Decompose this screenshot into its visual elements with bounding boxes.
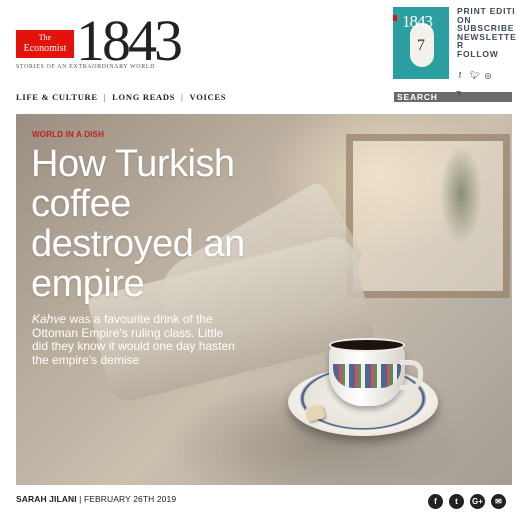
cover-red-mark (393, 15, 397, 21)
facebook-share-icon[interactable]: f (428, 494, 443, 509)
section-kicker[interactable]: WORLD IN A DISH (32, 130, 104, 139)
share-buttons: f t G+ ✉ (428, 494, 506, 509)
article-standfirst: Kahve was a favourite drink of the Ottom… (32, 312, 238, 367)
follow-label: FOLLOW (457, 48, 499, 59)
standfirst-italic: Kahve (32, 312, 67, 326)
article-headline: How Turkish coffee destroyed an empire (31, 143, 245, 305)
googleplus-share-icon[interactable]: G+ (470, 494, 485, 509)
side-links: PRINT EDITION SUBSCRIBE NEWSLETTER FOLLO… (457, 7, 517, 59)
nav-separator: | (181, 92, 184, 102)
economist-logo[interactable]: The Economist (16, 30, 74, 58)
background-plant (416, 114, 506, 274)
cup-pattern (333, 364, 401, 388)
cover-1843: 1843 (402, 12, 433, 31)
cup-handle (400, 360, 423, 390)
facebook-icon[interactable]: f (456, 71, 464, 80)
cover-issue-number: 7 (417, 37, 425, 54)
follow-icons: f 🐦︎ ◎ (456, 71, 492, 80)
newsletter-link[interactable]: NEWSLETTER (457, 32, 517, 50)
twitter-share-icon[interactable]: t (449, 494, 464, 509)
byline: SARAH JILANI | FEBRUARY 26TH 2019 (16, 494, 176, 504)
instagram-icon[interactable]: ◎ (484, 71, 492, 80)
coffee-cup (329, 338, 405, 406)
twitter-icon[interactable]: 🐦︎ (470, 71, 480, 80)
email-share-icon[interactable]: ✉ (491, 494, 506, 509)
author-name[interactable]: SARAH JILANI (16, 494, 77, 504)
byline-separator: | (76, 494, 84, 504)
nav-life-culture[interactable]: LIFE & CULTURE (16, 92, 98, 102)
nav-long-reads[interactable]: LONG READS (112, 92, 175, 102)
nav-separator: | (103, 92, 107, 102)
cup-rim (329, 338, 405, 352)
logo-economist: Economist (23, 43, 67, 54)
search-label: SEARCH (397, 92, 438, 102)
tagline: STORIES OF AN EXTRAORDINARY WORLD (16, 64, 156, 70)
magazine-cover-thumbnail[interactable]: 1843 7 (393, 7, 449, 79)
print-edition-link[interactable]: PRINT EDITION (457, 7, 517, 24)
search-bar[interactable]: SEARCH (394, 92, 512, 102)
logo-the: The (38, 33, 52, 42)
publish-date: FEBRUARY 26TH 2019 (83, 494, 177, 504)
rss-icon[interactable]: ◥ (456, 90, 461, 97)
nav-voices[interactable]: VOICES (190, 92, 227, 102)
hero-image[interactable]: WORLD IN A DISH How Turkish coffee destr… (16, 114, 512, 485)
main-nav: LIFE & CULTURE | LONG READS | VOICES (16, 92, 226, 102)
